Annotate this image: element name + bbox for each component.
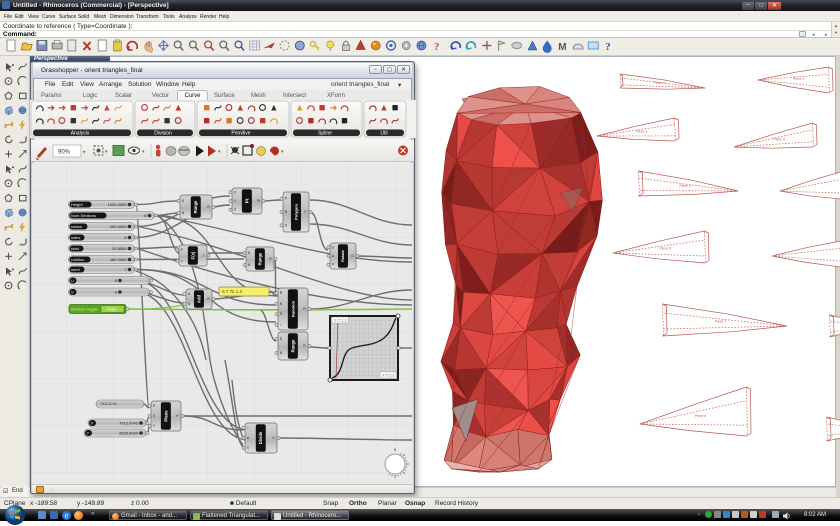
svg-text:Division: Division bbox=[154, 131, 172, 137]
svg-text:1000.0000: 1000.0000 bbox=[108, 202, 128, 207]
svg-text:seed: seed bbox=[71, 267, 80, 272]
svg-text:Random: Random bbox=[290, 301, 295, 317]
svg-text:x: x bbox=[181, 259, 183, 263]
svg-text:7912.0742: 7912.0742 bbox=[119, 421, 139, 426]
svg-text:20.8000: 20.8000 bbox=[112, 246, 127, 251]
svg-text:Plane: Plane bbox=[163, 410, 168, 422]
svg-text:Rotate: Rotate bbox=[341, 250, 345, 262]
svg-text:0.7 To 1.3: 0.7 To 1.3 bbox=[222, 289, 243, 294]
svg-text:Range: Range bbox=[193, 200, 198, 213]
svg-text:▾: ▾ bbox=[83, 150, 86, 156]
svg-text:0.77,0.3: 0.77,0.3 bbox=[382, 374, 394, 378]
svg-text:F: F bbox=[181, 248, 183, 252]
svg-text:0.77,1.3: 0.77,1.3 bbox=[334, 319, 346, 323]
svg-text:Primitive: Primitive bbox=[231, 131, 250, 137]
svg-text:Range: Range bbox=[257, 252, 262, 265]
svg-text:U: U bbox=[71, 278, 74, 283]
svg-text:Piece 6: Piece 6 bbox=[660, 247, 671, 251]
svg-text:Range: Range bbox=[290, 339, 295, 352]
svg-text:radius: radius bbox=[71, 224, 82, 229]
svg-text:Piece 7: Piece 7 bbox=[715, 320, 726, 324]
svg-text:150.0000: 150.0000 bbox=[110, 224, 127, 229]
svg-text:Divide: Divide bbox=[258, 431, 263, 444]
svg-text:▾: ▾ bbox=[142, 149, 145, 155]
svg-text:Height: Height bbox=[71, 202, 83, 207]
svg-text:G: G bbox=[332, 245, 335, 249]
svg-text:sides: sides bbox=[71, 235, 80, 240]
svg-text:Analysis: Analysis bbox=[71, 131, 90, 137]
svg-text:Add: Add bbox=[197, 294, 202, 303]
svg-text:F(x): F(x) bbox=[190, 251, 195, 259]
svg-text:twist: twist bbox=[71, 246, 80, 251]
svg-text:Y: Y bbox=[87, 431, 90, 436]
svg-text:X: X bbox=[91, 421, 94, 426]
svg-text:Pt: Pt bbox=[244, 198, 249, 203]
svg-text:False: False bbox=[107, 307, 118, 312]
svg-text:Spline: Spline bbox=[318, 131, 332, 137]
svg-text:Util: Util bbox=[380, 131, 387, 137]
svg-text:Pt: Pt bbox=[257, 199, 260, 203]
svg-text:7912.0742: 7912.0742 bbox=[100, 402, 117, 406]
svg-text:rotation: rotation bbox=[71, 257, 84, 262]
svg-text:2530.6930: 2530.6930 bbox=[119, 431, 139, 436]
svg-text:▾: ▾ bbox=[105, 149, 108, 155]
svg-text:I: I bbox=[248, 426, 249, 430]
svg-text:V: V bbox=[71, 290, 74, 295]
svg-text:Piece 8: Piece 8 bbox=[695, 414, 706, 418]
svg-text:▾: ▾ bbox=[281, 149, 284, 155]
svg-text:90%: 90% bbox=[58, 150, 71, 156]
svg-text:Polygon: Polygon bbox=[294, 204, 299, 220]
svg-text:I: I bbox=[281, 323, 282, 327]
svg-text:▾: ▾ bbox=[218, 149, 221, 155]
svg-text:180.0000: 180.0000 bbox=[110, 257, 127, 262]
svg-text:Z: Z bbox=[234, 208, 236, 212]
svg-text:Num Sections: Num Sections bbox=[71, 213, 96, 218]
svg-text:G: G bbox=[351, 254, 354, 258]
svg-text:Boolean toggle: Boolean toggle bbox=[71, 307, 98, 312]
